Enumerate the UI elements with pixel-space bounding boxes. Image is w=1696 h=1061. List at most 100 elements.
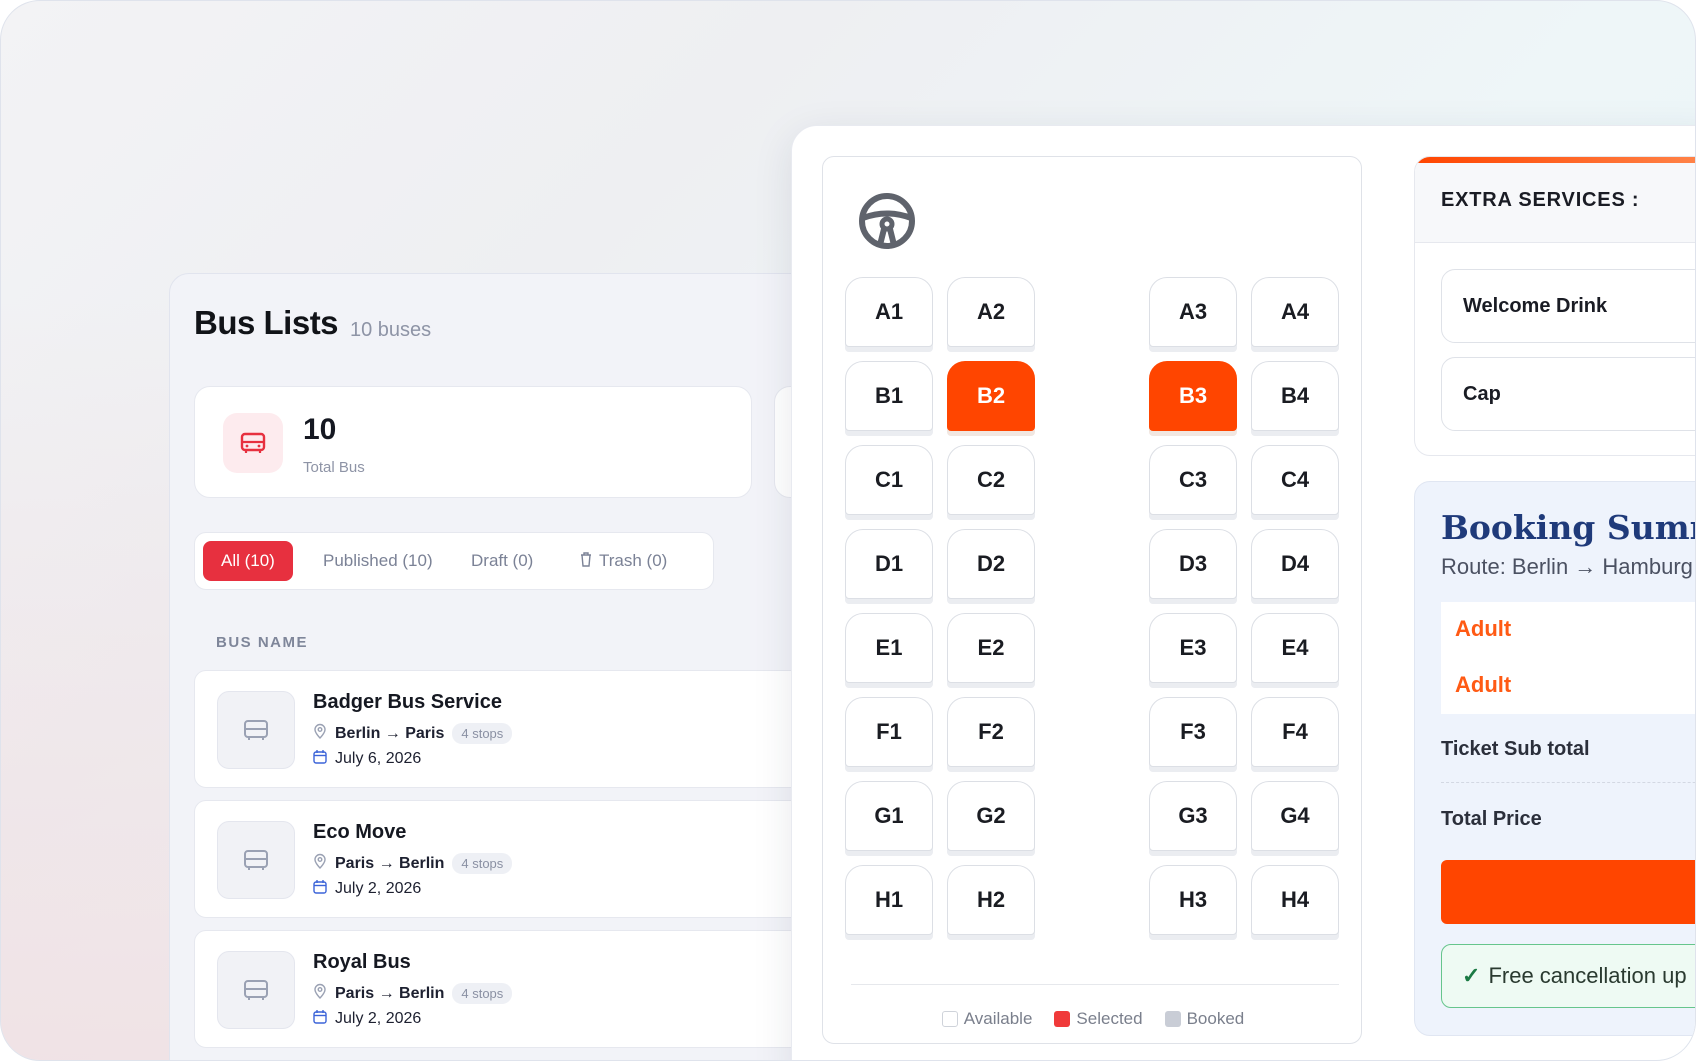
seat-d3[interactable]: D3 [1149, 529, 1237, 599]
seat-f3[interactable]: F3 [1149, 697, 1237, 767]
seat-b1[interactable]: B1 [845, 361, 933, 431]
seat-g3[interactable]: G3 [1149, 781, 1237, 851]
seat-b2[interactable]: B2 [947, 361, 1035, 431]
seat-f1[interactable]: F1 [845, 697, 933, 767]
page-title: Bus Lists [194, 304, 339, 341]
seat-legend: Available Selected Booked [823, 1009, 1363, 1029]
seat-a2[interactable]: A2 [947, 277, 1035, 347]
seat-d1[interactable]: D1 [845, 529, 933, 599]
tab-trash[interactable]: Trash (0) [561, 541, 685, 581]
seat-g4[interactable]: G4 [1251, 781, 1339, 851]
legend-booked: Booked [1164, 1009, 1245, 1029]
fare-list: Adult Adult [1441, 602, 1695, 714]
legend-selected-label: Selected [1076, 1009, 1143, 1028]
stops-badge: 4 stops [452, 853, 513, 874]
bus-route: Paris → Berlin 4 stops [313, 983, 513, 1004]
seat-d4[interactable]: D4 [1251, 529, 1339, 599]
seat-h4[interactable]: H4 [1251, 865, 1339, 935]
seat-e3[interactable]: E3 [1149, 613, 1237, 683]
bus-row[interactable]: Badger Bus Service Berlin → Paris 4 stop… [194, 670, 814, 788]
extras-title: EXTRA SERVICES : [1441, 189, 1640, 211]
bus-route: Berlin → Paris 4 stops [313, 723, 513, 744]
selected-swatch [1054, 1011, 1071, 1027]
stops-badge: 4 stops [452, 983, 513, 1004]
bus-thumbnail-icon [217, 691, 295, 769]
status-tabs: All (10) Published (10) Draft (0) Trash … [194, 532, 714, 590]
seat-a3[interactable]: A3 [1149, 277, 1237, 347]
seat-h2[interactable]: H2 [947, 865, 1035, 935]
tab-published[interactable]: Published (10) [305, 541, 451, 581]
bus-date: July 2, 2026 [313, 879, 421, 899]
seat-g2[interactable]: G2 [947, 781, 1035, 851]
bus-date: July 6, 2026 [313, 749, 421, 769]
date-text: July 2, 2026 [335, 1010, 422, 1027]
bus-icon [223, 413, 283, 473]
column-header-bus-name: BUS NAME [216, 634, 309, 651]
bus-count: 10 buses [350, 319, 432, 341]
seat-c2[interactable]: C2 [947, 445, 1035, 515]
total-bus-label: Total Bus [303, 459, 365, 476]
seat-c4[interactable]: C4 [1251, 445, 1339, 515]
calendar-icon [313, 749, 327, 769]
summary-divider [1441, 782, 1695, 783]
seat-f4[interactable]: F4 [1251, 697, 1339, 767]
legend-booked-label: Booked [1186, 1009, 1245, 1028]
bus-list-panel: Bus Lists 10 buses 10 Total Bus All (10)… [169, 273, 854, 1060]
bus-thumbnail-icon [217, 951, 295, 1029]
seat-f2[interactable]: F2 [947, 697, 1035, 767]
seat-e1[interactable]: E1 [845, 613, 933, 683]
bus-route: Paris → Berlin 4 stops [313, 853, 513, 874]
summary-title: Booking Summar [1441, 508, 1695, 547]
booking-summary: Booking Summar Route: Berlin → Hamburg A… [1414, 481, 1695, 1036]
seat-e4[interactable]: E4 [1251, 613, 1339, 683]
bus-row[interactable]: Eco Move Paris → Berlin 4 stops July 2, … [194, 800, 814, 918]
bus-thumbnail-icon [217, 821, 295, 899]
ticket-subtotal-label: Ticket Sub total [1441, 738, 1590, 760]
tab-draft[interactable]: Draft (0) [453, 541, 551, 581]
free-cancellation-notice: ✓ Free cancellation up [1441, 944, 1695, 1008]
calendar-icon [313, 879, 327, 899]
total-bus-card: 10 Total Bus [194, 386, 752, 498]
seat-d2[interactable]: D2 [947, 529, 1035, 599]
legend-selected: Selected [1054, 1009, 1143, 1029]
total-price-label: Total Price [1441, 808, 1542, 830]
extra-service-welcome-drink[interactable]: Welcome Drink [1441, 269, 1695, 343]
fare-adult: Adult [1455, 672, 1512, 697]
seat-b3[interactable]: B3 [1149, 361, 1237, 431]
seat-h3[interactable]: H3 [1149, 865, 1237, 935]
bus-name[interactable]: Royal Bus [313, 951, 411, 974]
seat-e2[interactable]: E2 [947, 613, 1035, 683]
seat-c3[interactable]: C3 [1149, 445, 1237, 515]
tab-all[interactable]: All (10) [203, 541, 293, 581]
date-text: July 6, 2026 [335, 750, 422, 767]
seat-b4[interactable]: B4 [1251, 361, 1339, 431]
seat-h1[interactable]: H1 [845, 865, 933, 935]
seat-booking-panel: Available Selected Booked A1 A2 A3 A4 B1 B2 B3… [791, 125, 1695, 1060]
book-now-button[interactable] [1441, 860, 1695, 924]
steering-wheel-icon [857, 191, 917, 256]
bus-row[interactable]: Royal Bus Paris → Berlin 4 stops July 2,… [194, 930, 814, 1048]
legend-divider [851, 984, 1339, 985]
seat-a1[interactable]: A1 [845, 277, 933, 347]
bus-name[interactable]: Eco Move [313, 821, 406, 844]
route-text: Paris → Berlin [335, 984, 445, 1002]
date-text: July 2, 2026 [335, 880, 422, 897]
cancellation-text: Free cancellation up [1488, 963, 1687, 988]
seat-map: Available Selected Booked A1 A2 A3 A4 B1 B2 B3… [822, 156, 1362, 1044]
bus-date: July 2, 2026 [313, 1009, 421, 1029]
seat-a4[interactable]: A4 [1251, 277, 1339, 347]
legend-available: Available [941, 1009, 1033, 1029]
route-text: Paris → Berlin [335, 854, 445, 872]
seat-g1[interactable]: G1 [845, 781, 933, 851]
extra-services-card: EXTRA SERVICES : Welcome Drink Cap [1414, 156, 1695, 456]
location-pin-icon [313, 853, 327, 874]
calendar-icon [313, 1009, 327, 1029]
stops-badge: 4 stops [452, 723, 513, 744]
seat-c1[interactable]: C1 [845, 445, 933, 515]
extra-service-cap[interactable]: Cap [1441, 357, 1695, 431]
tab-trash-label: Trash (0) [599, 551, 668, 570]
check-icon: ✓ [1462, 963, 1481, 988]
bus-name[interactable]: Badger Bus Service [313, 691, 502, 714]
booked-swatch [1164, 1011, 1181, 1027]
legend-available-label: Available [963, 1009, 1033, 1028]
